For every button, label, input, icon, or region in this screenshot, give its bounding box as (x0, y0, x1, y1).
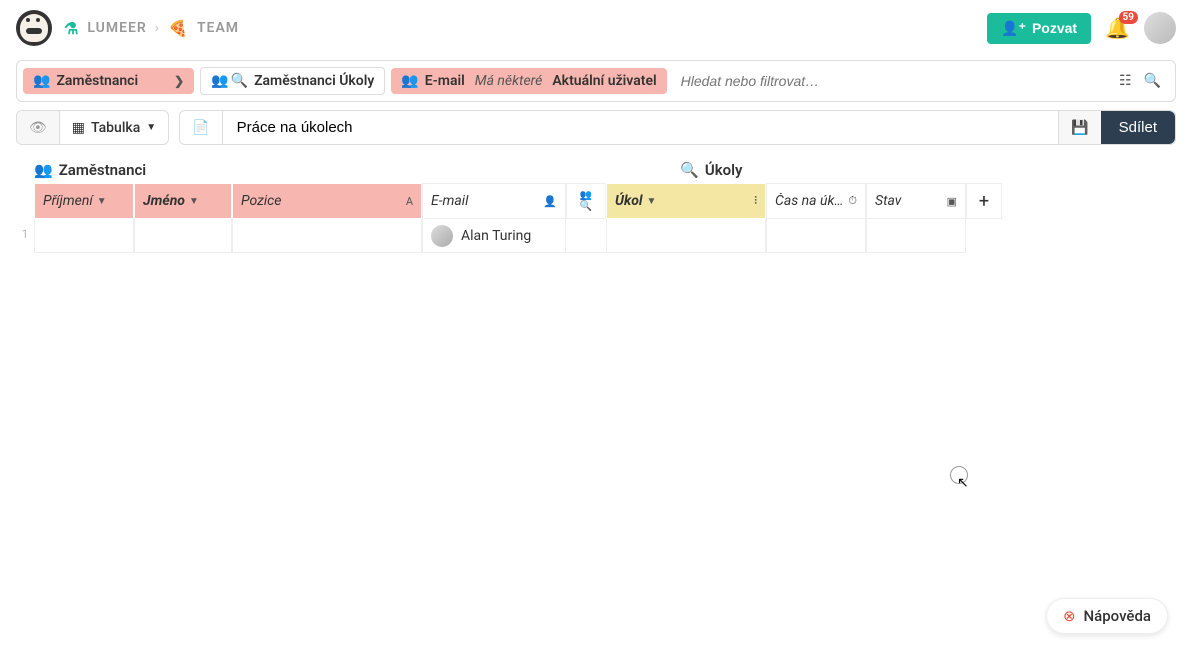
users-icon: 👥 (580, 190, 592, 201)
chevron-right-icon: ❯ (174, 74, 184, 88)
flask-icon: ⚗ (64, 19, 79, 38)
app-logo[interactable] (16, 10, 52, 46)
save-button[interactable]: 💾 (1058, 111, 1100, 144)
cell[interactable] (866, 219, 966, 253)
table-left-title: Zaměstnanci (59, 161, 147, 179)
cell[interactable] (766, 219, 866, 253)
chevron-right-icon: › (155, 20, 160, 36)
chevron-down-icon: ▼ (97, 196, 107, 207)
cell[interactable] (232, 219, 422, 253)
cursor-icon: ↖ (957, 475, 969, 491)
clock-type-icon: ⏱ (848, 194, 857, 208)
help-button[interactable]: ⊗ Nápověda (1046, 598, 1168, 634)
table-right-title: Úkoly (705, 161, 743, 179)
search-icon: 🔍 (680, 161, 699, 179)
table-icon: ▦ (72, 120, 85, 136)
cursor-indicator: ↖ (950, 466, 968, 484)
column-header-prijmeni[interactable]: Příjmení ▼ (34, 183, 134, 219)
cell-value: Alan Turing (461, 228, 531, 244)
cell[interactable] (34, 219, 134, 253)
search-icon: 🔍 (580, 201, 592, 212)
add-column-button[interactable]: + (966, 183, 1002, 219)
users-icon: 👥 (401, 73, 418, 89)
breadcrumb: ⚗ LUMEER › 🍕 TEAM (64, 19, 239, 38)
link-chip[interactable]: 👥 🔍 Zaměstnanci Úkoly (200, 67, 385, 95)
view-name-input[interactable] (223, 111, 1059, 144)
user-plus-icon: 👤⁺ (1001, 20, 1026, 37)
link-column[interactable]: 👥 🔍 (566, 183, 606, 219)
chevron-down-icon: ▼ (189, 196, 199, 207)
users-icon: 👥 (211, 73, 228, 89)
attribute-filter-chip[interactable]: 👥 E-mail Má některé Aktuální uživatel (391, 68, 666, 94)
breadcrumb-org[interactable]: LUMEER (87, 20, 146, 36)
link-chip-label: Zaměstnanci Úkoly (254, 73, 374, 89)
cell-email[interactable]: Alan Turing (422, 219, 566, 253)
table-group-right[interactable]: 🔍 Úkoly (680, 161, 742, 179)
filter-value: Aktuální uživatel (552, 73, 656, 89)
save-icon: 💾 (1071, 120, 1088, 136)
table-group-left[interactable]: 👥 Zaměstnanci (34, 161, 146, 179)
users-icon: 👥 (34, 161, 53, 179)
table-area: 👥 Zaměstnanci 🔍 Úkoly 1 Příjmení ▼ Jméno… (16, 161, 1176, 253)
column-header-cas[interactable]: Čas na úk… ⏱ (766, 183, 866, 219)
invite-label: Pozvat (1032, 20, 1077, 36)
search-icon: 🔍 (231, 73, 248, 89)
visibility-toggle[interactable]: 👁 (17, 111, 60, 144)
column-header-email[interactable]: E-mail 👤 (422, 183, 566, 219)
collection-chip[interactable]: 👥 Zaměstnanci ❯ (23, 68, 194, 94)
cell[interactable] (606, 219, 766, 253)
text-type-icon: A (406, 195, 413, 208)
settings-icon[interactable]: ☷ (1119, 73, 1132, 89)
help-label: Nápověda (1084, 607, 1151, 625)
view-type-selector[interactable]: ▦ Tabulka ▼ (60, 111, 168, 144)
column-header-jmeno[interactable]: Jméno ▼ (134, 183, 232, 219)
notification-badge: 59 (1119, 11, 1138, 24)
view-type-label: Tabulka (91, 120, 140, 136)
chevron-down-icon: ▼ (146, 122, 156, 133)
cell[interactable] (134, 219, 232, 253)
column-header-stav[interactable]: Stav ▣ (866, 183, 966, 219)
lifebuoy-icon: ⊗ (1063, 607, 1076, 625)
search-icon[interactable]: 🔍 (1144, 73, 1161, 89)
filter-op: Má některé (475, 73, 543, 89)
eye-icon: 👁 (29, 120, 47, 136)
view-toolbar: 👁 ▦ Tabulka ▼ 📄 💾 Sdílet (16, 110, 1176, 145)
search-input[interactable] (673, 69, 1105, 93)
share-button[interactable]: Sdílet (1101, 111, 1175, 144)
invite-button[interactable]: 👤⁺ Pozvat (987, 13, 1091, 44)
user-avatar[interactable] (1144, 12, 1176, 44)
app-header: ⚗ LUMEER › 🍕 TEAM 👤⁺ Pozvat 🔔 59 (0, 0, 1192, 56)
document-icon-button[interactable]: 📄 (180, 111, 222, 144)
list-type-icon: ⫶ (754, 194, 757, 208)
users-icon: 👥 (33, 73, 50, 89)
pizza-icon: 🍕 (168, 19, 189, 38)
user-avatar-small (431, 225, 453, 247)
column-header-ukol[interactable]: Úkol ▼ ⫶ (606, 183, 766, 219)
notifications-button[interactable]: 🔔 59 (1105, 16, 1130, 40)
filter-attr: E-mail (425, 73, 465, 89)
chevron-down-icon: ▼ (646, 196, 656, 207)
user-type-icon: 👤 (543, 195, 557, 208)
select-type-icon: ▣ (947, 195, 957, 208)
row-number: 1 (16, 183, 34, 241)
column-header-pozice[interactable]: Pozice A (232, 183, 422, 219)
collection-chip-label: Zaměstnanci (56, 73, 138, 89)
breadcrumb-project[interactable]: TEAM (197, 20, 239, 36)
filter-bar: 👥 Zaměstnanci ❯ 👥 🔍 Zaměstnanci Úkoly 👥 … (16, 60, 1176, 102)
link-cell[interactable] (566, 219, 606, 253)
document-icon: 📄 (192, 120, 209, 136)
